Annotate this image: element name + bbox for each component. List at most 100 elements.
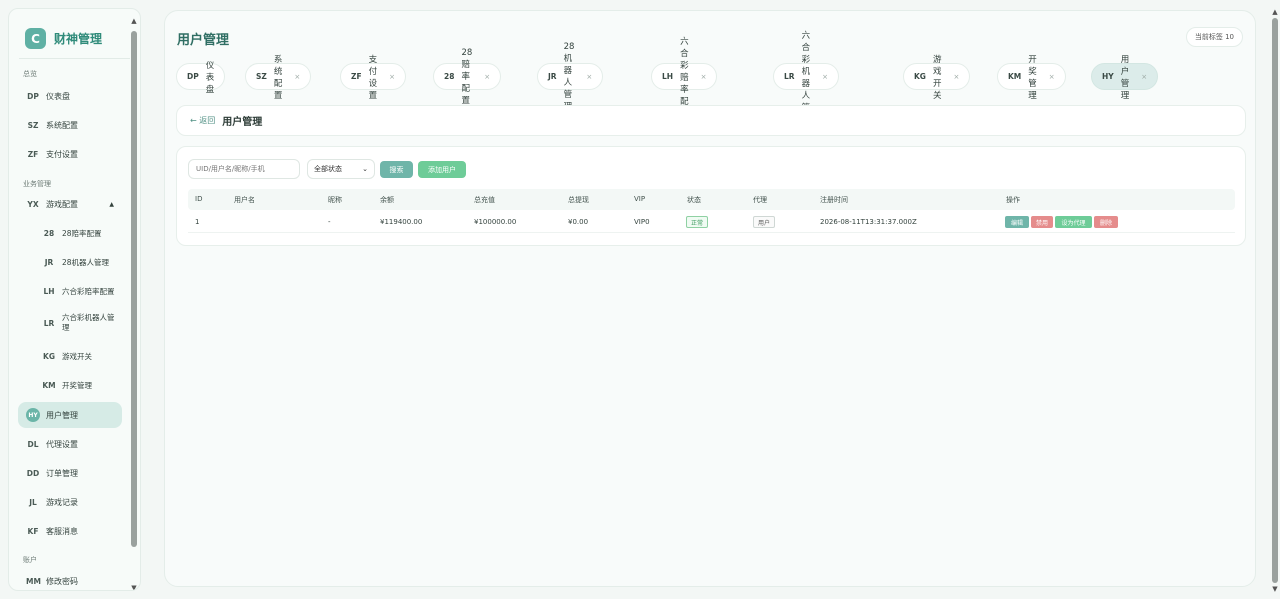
sidebar-item-agent[interactable]: DL 代理设置 <box>18 431 122 457</box>
robot-28-code-icon: JR <box>44 257 54 267</box>
sidebar-scroll-thumb[interactable] <box>131 31 137 547</box>
tab-label: 开奖管理 <box>1028 54 1037 101</box>
sidebar-scrollbar[interactable]: ▲ ▼ <box>130 17 138 590</box>
sidebar-item-lhc-odds[interactable]: LH 六合彩赔率配置 <box>18 278 122 304</box>
close-icon[interactable]: × <box>822 73 828 81</box>
sidebar-item-password[interactable]: MM 修改密码 <box>18 568 122 590</box>
header-actions: 操作 <box>1006 196 1020 204</box>
edit-button[interactable]: 编辑 <box>1005 216 1029 228</box>
search-button[interactable]: 搜索 <box>380 161 413 178</box>
close-icon[interactable]: × <box>586 73 592 81</box>
sidebar-item-label: 游戏配置 <box>46 199 78 209</box>
tab-code: DP <box>187 72 199 81</box>
scroll-down-icon[interactable]: ▼ <box>130 584 138 590</box>
chevron-down-icon: ⌄ <box>362 165 368 173</box>
sidebar-item-label: 修改密码 <box>46 576 78 586</box>
sidebar-item-label: 开奖管理 <box>62 380 92 390</box>
tab-system-config[interactable]: SZ 系统配置 × <box>245 55 312 101</box>
sidebar-item-game-records[interactable]: JL 游戏记录 <box>18 489 122 515</box>
close-icon[interactable]: × <box>1049 73 1055 81</box>
header-nickname: 昵称 <box>328 196 342 204</box>
tab-payment[interactable]: ZF 支付设置 × <box>340 55 406 101</box>
game-switch-code-icon: KG <box>43 351 55 361</box>
sidebar-item-orders[interactable]: DD 订单管理 <box>18 460 122 486</box>
main-panel: 用户管理 当前标签 10 DP 仪表盘 SZ 系统配置 × ZF 支付设置 × … <box>164 10 1256 587</box>
tab-code: KM <box>1008 72 1022 81</box>
tab-label: 支付设置 <box>368 54 378 101</box>
page-scroll-thumb[interactable] <box>1272 18 1278 583</box>
sidebar-item-game-switch[interactable]: KG 游戏开关 <box>18 343 122 369</box>
sidebar-item-label: 六合彩赔率配置 <box>62 286 115 296</box>
tab-code: JR <box>548 72 557 81</box>
sidebar-item-28-robot[interactable]: JR 28机器人管理 <box>18 249 122 275</box>
close-icon[interactable]: × <box>701 73 707 81</box>
sidebar-item-label: 游戏记录 <box>46 497 78 507</box>
table-row: 1 - ¥119400.00 ¥100000.00 ¥0.00 VIP0 正常 … <box>188 211 1235 233</box>
back-link[interactable]: ← 返回 <box>190 115 215 126</box>
tab-label: 系统配置 <box>273 54 283 101</box>
delete-button[interactable]: 删除 <box>1094 216 1118 228</box>
tab-lhc-robot[interactable]: LR 六合彩机器人管理 × <box>773 31 839 125</box>
sidebar-divider <box>19 58 130 59</box>
breadcrumb-title: 用户管理 <box>222 117 263 128</box>
close-icon[interactable]: × <box>389 73 395 81</box>
tab-code: LR <box>784 72 795 81</box>
tab-lottery[interactable]: KM 开奖管理 × <box>997 55 1066 101</box>
set-agent-button[interactable]: 设为代理 <box>1055 216 1092 228</box>
tab-game-switch[interactable]: KG 游戏开关 × <box>903 55 971 101</box>
header-registered: 注册时间 <box>820 196 848 204</box>
tab-label: 仪表盘 <box>205 60 215 95</box>
cell-nickname: - <box>328 218 331 226</box>
cell-vip: VIP0 <box>634 218 650 226</box>
orders-code-icon: DD <box>26 468 40 478</box>
sidebar-item-label: 用户管理 <box>46 410 78 420</box>
status-select[interactable]: 全部状态 ⌄ <box>307 159 375 179</box>
sidebar-item-system-config[interactable]: SZ 系统配置 <box>18 112 122 138</box>
tab-code: SZ <box>256 72 267 81</box>
sidebar-item-label: 28赔率配置 <box>62 228 102 238</box>
sidebar-item-label: 支付设置 <box>46 149 78 159</box>
add-user-button[interactable]: 添加用户 <box>418 161 466 178</box>
scroll-up-icon[interactable]: ▲ <box>130 17 138 25</box>
sidebar-item-28-odds[interactable]: 28 28赔率配置 <box>18 220 122 246</box>
dashboard-code-icon: DP <box>27 91 39 101</box>
header-id: ID <box>195 195 203 203</box>
tab-label: 用户管理 <box>1120 54 1130 101</box>
close-icon[interactable]: × <box>1141 73 1147 81</box>
tab-lhc-odds[interactable]: LH 六合彩赔率配置 × <box>651 37 718 119</box>
status-select-value: 全部状态 <box>314 165 342 173</box>
sidebar-item-dashboard[interactable]: DP 仪表盘 <box>18 83 122 109</box>
close-icon[interactable]: × <box>953 73 959 81</box>
sidebar-item-lottery[interactable]: KM 开奖管理 <box>18 372 122 398</box>
sidebar-item-game-config[interactable]: YX 游戏配置 ▲ <box>18 191 122 217</box>
lottery-code-icon: KM <box>42 380 56 390</box>
sidebar-item-label: 客服消息 <box>46 526 78 536</box>
tab-code: KG <box>914 72 926 81</box>
close-icon[interactable]: × <box>484 73 490 81</box>
sidebar-item-users[interactable]: HY 用户管理 <box>18 402 122 428</box>
sidebar-item-label: 游戏开关 <box>62 351 92 361</box>
close-icon[interactable]: × <box>294 73 300 81</box>
sidebar-item-lhc-robot[interactable]: LR 六合彩机器人管理 <box>18 309 122 337</box>
search-input[interactable] <box>188 159 300 179</box>
scroll-up-icon[interactable]: ▲ <box>1271 8 1279 16</box>
tab-dashboard[interactable]: DP 仪表盘 <box>176 61 226 95</box>
sidebar-item-support[interactable]: KF 客服消息 <box>18 518 122 544</box>
tab-28-robot[interactable]: JR 28机器人管理 × <box>537 42 604 112</box>
tab-code: LH <box>662 72 674 81</box>
header-balance: 余额 <box>380 196 394 204</box>
payment-code-icon: ZF <box>27 149 39 159</box>
scroll-down-icon[interactable]: ▼ <box>1271 585 1279 593</box>
tab-users[interactable]: HY 用户管理 × <box>1091 55 1159 101</box>
system-config-code-icon: SZ <box>27 120 39 130</box>
disable-button[interactable]: 禁用 <box>1031 216 1053 228</box>
sidebar: C 财神管理 总览 DP 仪表盘 SZ 系统配置 ZF 支付设置 业务管理 YX… <box>8 8 141 591</box>
sidebar-item-label: 系统配置 <box>46 120 78 130</box>
brand[interactable]: C 财神管理 <box>25 28 102 49</box>
users-code-icon: HY <box>26 408 40 422</box>
sidebar-item-payment[interactable]: ZF 支付设置 <box>18 141 122 167</box>
agent-code-icon: DL <box>27 439 39 449</box>
tab-28-odds[interactable]: 28 28赔率配置 × <box>433 48 502 106</box>
sidebar-group-business: 业务管理 <box>23 180 51 188</box>
page-scrollbar[interactable]: ▲ ▼ <box>1270 8 1280 593</box>
